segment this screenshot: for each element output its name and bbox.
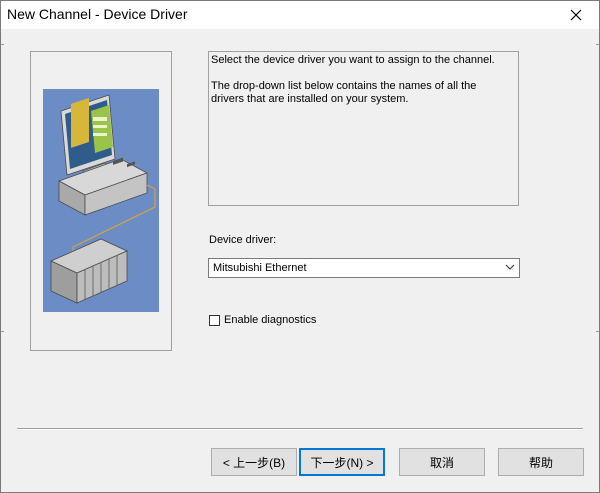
device-driver-dropdown[interactable]: Mitsubishi Ethernet: [208, 258, 520, 278]
instructions-box: Select the device driver you want to ass…: [208, 51, 519, 206]
title-bar[interactable]: New Channel - Device Driver: [1, 1, 599, 29]
enable-diagnostics-label: Enable diagnostics: [224, 314, 317, 326]
computer-plc-illustration: [43, 89, 159, 312]
wizard-image-panel: [30, 51, 172, 351]
dialog-window: New Channel - Device Driver Select the d…: [0, 0, 600, 493]
enable-diagnostics-option[interactable]: Enable diagnostics: [209, 314, 316, 326]
enable-diagnostics-checkbox[interactable]: [209, 314, 220, 326]
next-button[interactable]: 下一步(N) >: [299, 448, 385, 476]
back-button[interactable]: < 上一步(B): [211, 448, 297, 476]
close-button[interactable]: [553, 1, 599, 29]
close-icon: [570, 9, 582, 21]
edge-mark: [1, 331, 4, 332]
device-driver-label: Device driver:: [209, 234, 277, 246]
edge-mark: [596, 331, 599, 332]
instruction-line-2: The drop-down list below contains the na…: [211, 80, 477, 105]
instruction-line-1: Select the device driver you want to ass…: [211, 54, 495, 66]
cancel-button[interactable]: 取消: [399, 448, 485, 476]
button-separator: [17, 428, 583, 430]
edge-mark: [596, 44, 599, 45]
chevron-down-icon: [505, 264, 515, 270]
help-button[interactable]: 帮助: [498, 448, 584, 476]
window-title: New Channel - Device Driver: [7, 6, 188, 22]
device-driver-value: Mitsubishi Ethernet: [213, 262, 307, 274]
edge-mark: [1, 44, 4, 45]
